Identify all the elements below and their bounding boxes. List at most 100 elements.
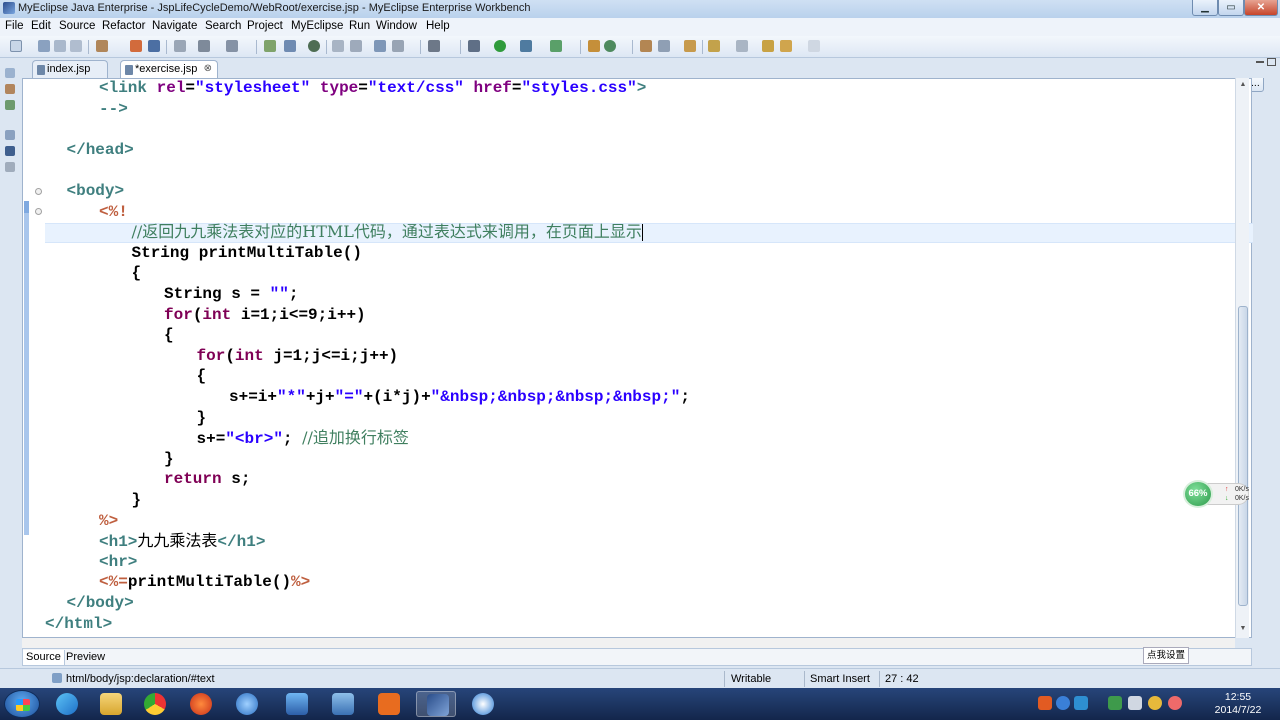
- menu-search[interactable]: Search: [205, 20, 241, 32]
- vertical-scrollbar[interactable]: ▲ ▼: [1235, 78, 1249, 638]
- scroll-down-icon[interactable]: ▼: [1238, 624, 1248, 634]
- menu-refactor[interactable]: Refactor: [102, 20, 145, 32]
- annotation-icon[interactable]: [708, 40, 720, 52]
- code-line: }: [131, 491, 142, 509]
- code-line: -->: [99, 99, 128, 118]
- taskbar-chrome[interactable]: [134, 691, 174, 717]
- horizontal-scrollbar[interactable]: [22, 638, 1235, 648]
- scroll-thumb[interactable]: [1238, 306, 1248, 606]
- start-button[interactable]: [4, 690, 40, 718]
- taskbar-myeclipse[interactable]: [416, 691, 456, 717]
- package-icon[interactable]: [588, 40, 600, 52]
- breadcrumb-icon: [52, 673, 62, 683]
- window-icon[interactable]: [374, 40, 386, 52]
- save-all-icon[interactable]: [54, 40, 66, 52]
- open-icon[interactable]: [640, 40, 652, 52]
- maximize-button[interactable]: ▭: [1218, 0, 1244, 16]
- menu-window[interactable]: Window: [376, 20, 417, 32]
- taskbar-myeclipse-folder[interactable]: [322, 691, 362, 717]
- input-method-icon[interactable]: [1038, 696, 1052, 710]
- minimize-editor-icon[interactable]: [1256, 61, 1264, 63]
- left-trim: [0, 58, 20, 668]
- tab-exercise-jsp[interactable]: *exercise.jsp ⊗: [120, 60, 218, 78]
- outline-icon[interactable]: [5, 130, 15, 140]
- browser-icon[interactable]: [308, 40, 320, 52]
- open-type-icon[interactable]: [174, 40, 186, 52]
- folder-icon[interactable]: [684, 40, 696, 52]
- project-icon[interactable]: [96, 40, 108, 52]
- security-tray-icon[interactable]: [1148, 696, 1162, 710]
- menu-file[interactable]: File: [5, 20, 24, 32]
- internet-explorer-icon: [56, 693, 78, 715]
- print-icon[interactable]: [70, 40, 82, 52]
- save-icon[interactable]: [38, 40, 50, 52]
- shield-icon[interactable]: [1108, 696, 1122, 710]
- settings-popup-button[interactable]: 点我设置: [1143, 647, 1189, 664]
- servers-icon[interactable]: [5, 146, 15, 156]
- hierarchy-icon[interactable]: [5, 100, 15, 110]
- tab-label: index.jsp: [47, 63, 91, 75]
- server-icon[interactable]: [148, 40, 160, 52]
- coverage-icon[interactable]: [520, 40, 532, 52]
- taskbar-powerpoint[interactable]: [368, 691, 408, 717]
- prev-annotation-icon[interactable]: [762, 40, 774, 52]
- run-icon[interactable]: [494, 40, 506, 52]
- close-tab-icon[interactable]: ⊗: [204, 63, 212, 74]
- code-editor[interactable]: <link rel="stylesheet" type="text/css" h…: [22, 78, 1253, 638]
- menu-myeclipse[interactable]: MyEclipse: [291, 20, 343, 32]
- debug-icon[interactable]: [468, 40, 480, 52]
- wizard-icon[interactable]: [198, 40, 210, 52]
- new-icon[interactable]: [10, 40, 22, 52]
- close-button[interactable]: ✕: [1244, 0, 1278, 16]
- taskbar-ie[interactable]: [46, 691, 86, 717]
- class-icon[interactable]: [604, 40, 616, 52]
- taskbar-recorder[interactable]: [462, 691, 502, 717]
- scroll-up-icon[interactable]: ▲: [1238, 80, 1248, 90]
- console-icon[interactable]: [428, 40, 440, 52]
- cut-icon[interactable]: [332, 40, 344, 52]
- taskbar-app2[interactable]: [276, 691, 316, 717]
- fold-icon[interactable]: [35, 208, 42, 215]
- menu-help[interactable]: Help: [426, 20, 450, 32]
- jsp-icon[interactable]: [284, 40, 296, 52]
- taskbar-media-player[interactable]: [180, 691, 220, 717]
- system-clock[interactable]: 12:55 2014/7/22: [1210, 691, 1266, 717]
- restore-icon[interactable]: [5, 68, 15, 78]
- launch-icon[interactable]: [264, 40, 276, 52]
- volume-icon[interactable]: [1128, 696, 1142, 710]
- taskbar-explorer[interactable]: [90, 691, 130, 717]
- external-tools-icon[interactable]: [550, 40, 562, 52]
- tab-index-jsp[interactable]: index.jsp: [32, 60, 108, 78]
- code-line: String printMultiTable(): [131, 243, 362, 262]
- maximize-editor-icon[interactable]: [1267, 58, 1276, 66]
- forward-icon[interactable]: [808, 40, 820, 52]
- view-icon[interactable]: [392, 40, 404, 52]
- code-line: <h1>九九乘法表</h1>: [99, 531, 266, 552]
- package-explorer-icon[interactable]: [5, 84, 15, 94]
- tab-preview[interactable]: Preview: [63, 650, 108, 665]
- edit-icon[interactable]: [658, 40, 670, 52]
- network-tray-icon[interactable]: [1074, 696, 1088, 710]
- deploy-icon[interactable]: [130, 40, 142, 52]
- properties-icon[interactable]: [5, 162, 15, 172]
- menu-edit[interactable]: Edit: [31, 20, 51, 32]
- code-line: }: [164, 449, 174, 468]
- taskbar-app[interactable]: [226, 691, 266, 717]
- tab-source[interactable]: Source: [23, 650, 65, 665]
- copy-icon[interactable]: [350, 40, 362, 52]
- next-annotation-icon[interactable]: [736, 40, 748, 52]
- download-speed: 0K/s: [1235, 495, 1250, 502]
- code-line: //返回九九乘法表对应的HTML代码，通过表达式来调用，在页面上显示: [131, 222, 643, 242]
- fold-icon[interactable]: [35, 188, 42, 195]
- back-icon[interactable]: [780, 40, 792, 52]
- tools-icon[interactable]: [226, 40, 238, 52]
- network-monitor-widget[interactable]: 66% ↑ 0K/s ↓ 0K/s: [1183, 480, 1251, 508]
- minimize-button[interactable]: ▁: [1192, 0, 1218, 16]
- menu-project[interactable]: Project: [247, 20, 283, 32]
- app-tray-icon[interactable]: [1168, 696, 1182, 710]
- recorder-icon: [472, 693, 494, 715]
- menu-navigate[interactable]: Navigate: [152, 20, 197, 32]
- help-tray-icon[interactable]: [1056, 696, 1070, 710]
- menu-source[interactable]: Source: [59, 20, 95, 32]
- menu-run[interactable]: Run: [349, 20, 370, 32]
